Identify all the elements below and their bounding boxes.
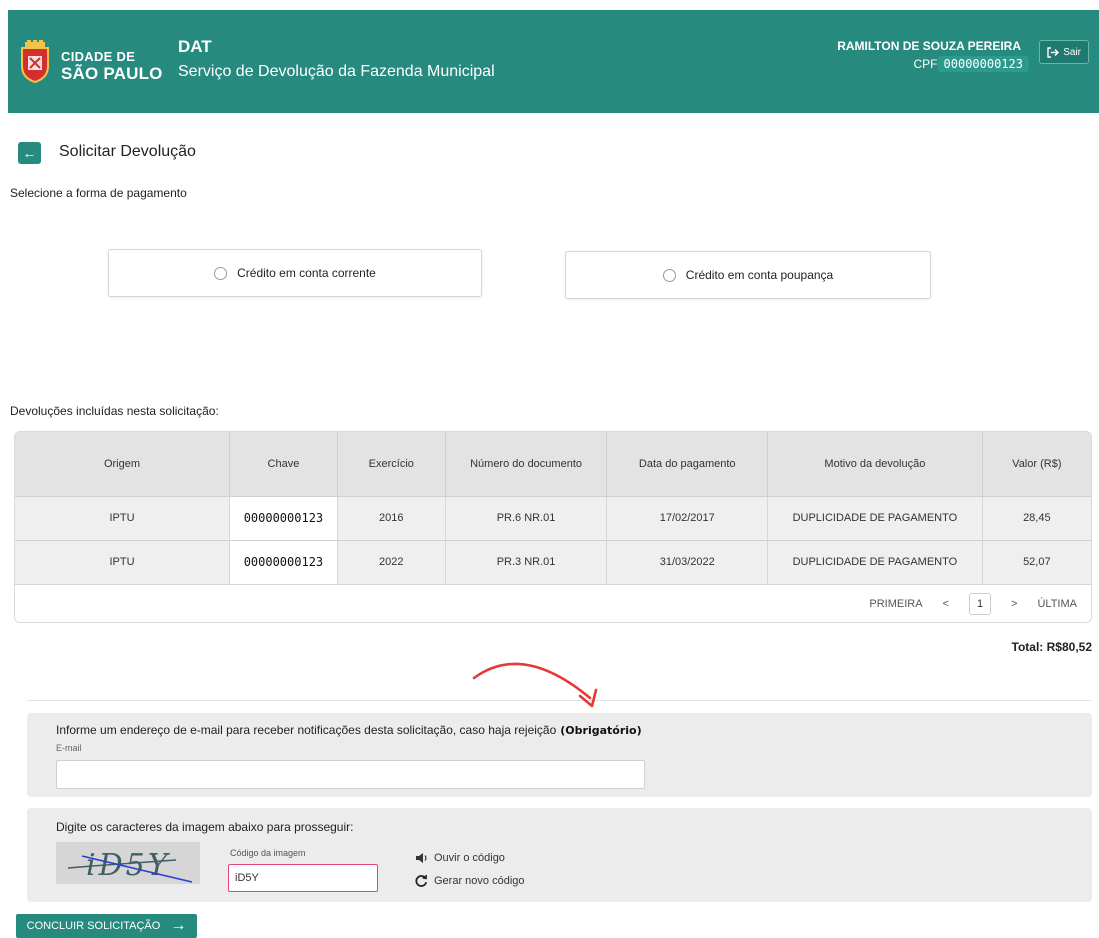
- submit-label: CONCLUIR SOLICITAÇÃO: [26, 920, 161, 932]
- cpf-label: CPF: [913, 57, 938, 71]
- user-name: RAMILTON DE SOUZA PEREIRA: [837, 39, 1021, 53]
- table-row: IPTU 00000000123 2016 PR.6 NR.01 17/02/2…: [15, 495, 1091, 540]
- arrow-left-icon: ←: [22, 145, 37, 161]
- back-button[interactable]: ←: [18, 142, 41, 164]
- payment-option-savings[interactable]: Crédito em conta poupança: [565, 251, 931, 299]
- listen-code-button[interactable]: Ouvir o código: [415, 852, 505, 864]
- table-cell: 52,07: [982, 539, 1091, 584]
- submit-request-button[interactable]: CONCLUIR SOLICITAÇÃO →: [16, 914, 197, 938]
- city-coat-of-arms-icon: [21, 40, 49, 84]
- logout-icon: [1047, 46, 1060, 58]
- table-cell: 2016: [337, 495, 446, 540]
- table-cell: 28,45: [982, 495, 1091, 540]
- table-cell: 17/02/2017: [606, 495, 769, 540]
- column-header: Chave: [229, 432, 338, 496]
- table-cell: 2022: [337, 539, 446, 584]
- user-cpf: CPF 00000000123: [914, 56, 1029, 72]
- email-notice-label: Informe um endereço de e-mail para receb…: [56, 723, 642, 737]
- email-field-label: E-mail: [56, 743, 82, 753]
- captcha-image: iD5Y: [56, 842, 200, 884]
- payment-option-checking-label: Crédito em conta corrente: [237, 266, 376, 280]
- pager-next[interactable]: >: [1011, 598, 1017, 610]
- pager-last[interactable]: ÚLTIMA: [1037, 598, 1077, 610]
- refresh-icon: [415, 874, 428, 887]
- table-cell: DUPLICIDADE DE PAGAMENTO: [767, 495, 983, 540]
- total-label: Total:: [1011, 640, 1044, 654]
- captcha-code-input[interactable]: iD5Y: [228, 864, 378, 892]
- column-header: Data do pagamento: [606, 432, 769, 496]
- total-value: R$80,52: [1046, 640, 1092, 654]
- speaker-icon: [416, 853, 427, 863]
- captcha-instructions: Digite os caracteres da imagem abaixo pa…: [56, 820, 354, 834]
- pagination: PRIMEIRA < 1 > ÚLTIMA: [15, 584, 1091, 622]
- new-code-label: Gerar novo código: [434, 874, 525, 887]
- payment-prompt: Selecione a forma de pagamento: [10, 186, 187, 200]
- column-header: Valor (R$): [982, 432, 1091, 496]
- table-cell: 00000000123: [229, 495, 338, 540]
- captcha-panel: Digite os caracteres da imagem abaixo pa…: [27, 808, 1092, 902]
- table-cell: DUPLICIDADE DE PAGAMENTO: [767, 539, 983, 584]
- email-field[interactable]: [56, 760, 645, 789]
- table-row: IPTU 00000000123 2022 PR.3 NR.01 31/03/2…: [15, 539, 1091, 584]
- logout-label: Sair: [1063, 46, 1081, 58]
- column-header: Motivo da devolução: [767, 432, 983, 496]
- email-notice-text: Informe um endereço de e-mail para receb…: [56, 723, 557, 737]
- pager-first[interactable]: PRIMEIRA: [869, 598, 922, 610]
- column-header: Origem: [15, 432, 230, 496]
- new-code-button[interactable]: Gerar novo código: [415, 874, 525, 887]
- table-header-row: Origem Chave Exercício Número do documen…: [15, 432, 1091, 496]
- captcha-code-label: Código da imagem: [230, 848, 306, 858]
- column-header: Número do documento: [445, 432, 608, 496]
- table-cell: IPTU: [15, 495, 230, 540]
- payment-option-checking[interactable]: Crédito em conta corrente: [108, 249, 482, 297]
- pager-current-page[interactable]: 1: [969, 592, 992, 615]
- pager-prev[interactable]: <: [943, 598, 949, 610]
- table-cell: 00000000123: [229, 539, 338, 584]
- arrow-right-icon: →: [170, 917, 187, 934]
- email-panel: Informe um endereço de e-mail para receb…: [27, 713, 1092, 797]
- annotation-arrow-icon: [472, 662, 598, 708]
- city-name-line1: CIDADE DE: [61, 49, 136, 64]
- page-title: Solicitar Devolução: [59, 143, 196, 160]
- table-cell: IPTU: [15, 539, 230, 584]
- logout-button[interactable]: Sair: [1039, 40, 1089, 64]
- payment-option-savings-label: Crédito em conta poupança: [685, 268, 834, 282]
- radio-checking[interactable]: [214, 266, 228, 280]
- cpf-value: 00000000123: [937, 56, 1029, 72]
- app-subtitle: Serviço de Devolução da Fazenda Municipa…: [178, 63, 495, 80]
- returns-table: Origem Chave Exercício Número do documen…: [14, 431, 1092, 623]
- column-header: Exercício: [337, 432, 446, 496]
- city-name-line2: SÃO PAULO: [61, 64, 163, 83]
- returns-table-label: Devoluções incluídas nesta solicitação:: [10, 404, 219, 418]
- table-cell: PR.3 NR.01: [445, 539, 608, 584]
- app-header: CIDADE DE SÃO PAULO DAT Serviço de Devol…: [8, 10, 1099, 113]
- table-cell: PR.6 NR.01: [445, 495, 608, 540]
- table-cell: 31/03/2022: [606, 539, 769, 584]
- listen-code-label: Ouvir o código: [434, 852, 505, 864]
- city-name: CIDADE DE SÃO PAULO: [61, 48, 163, 82]
- required-note: (Obrigatório): [560, 724, 642, 737]
- app-title: DAT: [178, 37, 212, 56]
- radio-savings[interactable]: [662, 268, 676, 282]
- total: Total: R$80,52: [1012, 640, 1093, 654]
